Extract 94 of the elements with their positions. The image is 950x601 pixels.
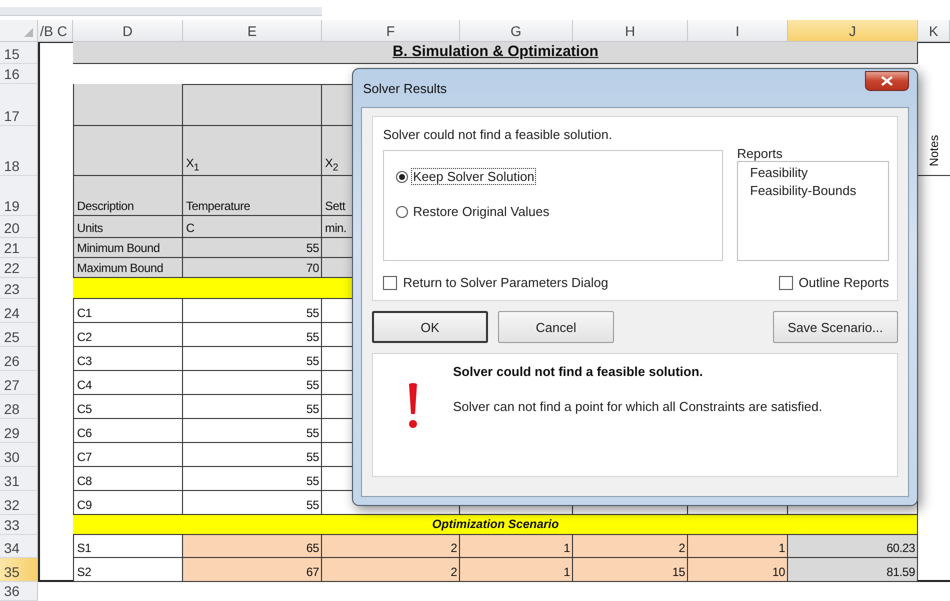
column-header[interactable]: H <box>573 20 688 42</box>
table-cell: 55 <box>183 347 322 371</box>
row-header[interactable]: 28 <box>0 395 38 419</box>
close-button[interactable] <box>865 71 909 91</box>
table-cell: C1 <box>73 299 183 323</box>
table-cell: Maximum Bound <box>73 258 183 278</box>
table-cell: 1 <box>460 558 573 582</box>
table-cell: 65 <box>183 535 322 558</box>
table-cell: C2 <box>73 323 183 347</box>
table-cell: 15 <box>573 558 688 582</box>
row-header[interactable]: 26 <box>0 347 38 371</box>
table-cell: 2 <box>573 535 688 558</box>
checkbox[interactable] <box>778 276 793 290</box>
table-cell: 1 <box>688 535 788 558</box>
row-header[interactable]: 33 <box>0 515 38 535</box>
row-header[interactable]: 31 <box>0 467 38 491</box>
table-cell: Minimum Bound <box>73 238 183 258</box>
table-cell: 67 <box>183 558 322 582</box>
table-cell: 55 <box>183 299 322 323</box>
table-cell: 55 <box>183 238 322 258</box>
column-header[interactable]: D <box>73 20 183 42</box>
row-header[interactable]: 16 <box>0 64 38 84</box>
table-cell: C6 <box>73 419 183 443</box>
table-cell: C <box>183 216 322 238</box>
table-cell: C4 <box>73 371 183 395</box>
table-cell: 55 <box>183 323 322 347</box>
row-header[interactable]: 29 <box>0 419 38 443</box>
column-header[interactable]: J <box>788 20 918 42</box>
row-header[interactable]: 21 <box>0 238 38 258</box>
dialog-button[interactable]: Save Scenario... <box>772 311 898 343</box>
table-cell: C7 <box>73 443 183 467</box>
table-cell: X$_{1}$ <box>183 126 322 176</box>
table-cell: S2 <box>73 558 183 582</box>
table-cell: 1 <box>460 535 573 558</box>
row-header[interactable]: 18 <box>0 126 38 176</box>
table-cell: 55 <box>183 467 322 491</box>
column-header[interactable]: /B C <box>38 20 73 42</box>
table-cell: 2 <box>322 535 460 558</box>
notes-header: Notes <box>927 134 941 166</box>
table-cell: Description <box>73 176 183 216</box>
table-cell: 55 <box>183 395 322 419</box>
report-item[interactable]: Feasibility <box>750 164 876 182</box>
reports-label: Reports <box>737 146 784 161</box>
row-header[interactable]: 15 <box>0 42 38 64</box>
table-cell: Temperature <box>183 176 322 216</box>
radio-button[interactable] <box>396 170 408 182</box>
table-cell: 55 <box>183 491 322 515</box>
table-cell: 60.23 <box>788 535 918 558</box>
table-cell: C9 <box>73 491 183 515</box>
close-icon <box>881 76 893 86</box>
band-label: Optimization Scenario <box>432 516 559 530</box>
row-header[interactable]: 32 <box>0 491 38 515</box>
column-header[interactable]: E <box>183 20 322 42</box>
table-cell: Units <box>73 216 183 238</box>
reports-list[interactable]: Feasibility Feasibility-Bounds <box>737 161 889 261</box>
column-header[interactable]: G <box>460 20 573 42</box>
table-cell: 55 <box>183 419 322 443</box>
sheet-title: B. Simulation & Optimization <box>73 42 918 64</box>
detail-text: Solver can not find a point for which all Constraints are satisfied. <box>453 399 824 414</box>
checkbox-label[interactable]: Outline Reports <box>798 275 889 290</box>
row-header[interactable]: 20 <box>0 216 38 238</box>
row-header[interactable]: 23 <box>0 278 38 299</box>
report-item[interactable]: Feasibility-Bounds <box>750 182 876 200</box>
column-header[interactable]: K <box>918 20 950 42</box>
row-header[interactable]: 30 <box>0 443 38 467</box>
table-cell: C5 <box>73 395 183 419</box>
row-header[interactable]: 34 <box>0 535 38 558</box>
table-cell: C8 <box>73 467 183 491</box>
table-cell: 81.59 <box>788 558 918 582</box>
checkbox[interactable] <box>383 276 397 290</box>
row-header[interactable]: 35 <box>0 558 38 582</box>
dialog-title: Solver Results <box>362 80 447 96</box>
row-header[interactable]: 27 <box>0 371 38 395</box>
row-header[interactable]: 22 <box>0 258 38 278</box>
table-cell: C3 <box>73 347 183 371</box>
table-cell: 55 <box>183 443 322 467</box>
column-header[interactable]: I <box>688 20 788 42</box>
table-cell: 2 <box>322 558 460 582</box>
table-cell: 10 <box>688 558 788 582</box>
radio-button[interactable] <box>396 206 408 218</box>
row-header[interactable]: 17 <box>0 84 38 126</box>
column-header[interactable]: F <box>322 20 460 42</box>
row-header[interactable]: 25 <box>0 323 38 347</box>
table-cell: S1 <box>73 535 183 558</box>
row-header[interactable]: 24 <box>0 299 38 323</box>
exclamation-icon <box>406 382 420 430</box>
row-header[interactable]: 36 <box>0 582 38 601</box>
table-cell: 70 <box>183 258 322 278</box>
table-cell: 55 <box>183 371 322 395</box>
row-header[interactable]: 19 <box>0 176 38 216</box>
dialog-button[interactable]: Cancel <box>498 311 614 343</box>
detail-title: Solver could not find a feasible solution. <box>453 364 704 379</box>
checkbox-label[interactable]: Return to Solver Parameters Dialog <box>403 275 608 290</box>
dialog-button[interactable]: OK <box>372 311 488 343</box>
